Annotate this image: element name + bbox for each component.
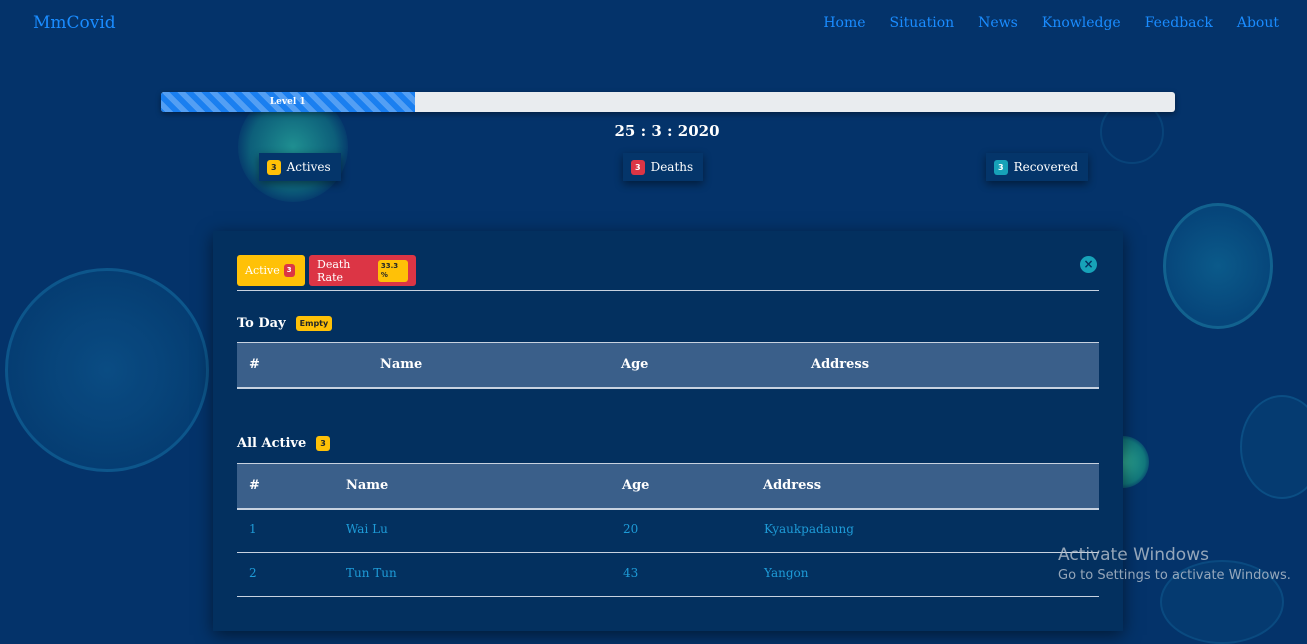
watermark-title: Activate Windows <box>1058 545 1209 565</box>
close-icon[interactable]: × <box>1080 256 1097 273</box>
nav-news[interactable]: News <box>978 15 1018 31</box>
today-title: To Day <box>237 316 286 331</box>
stat-actives[interactable]: 3 Actives <box>259 153 341 181</box>
nav-about[interactable]: About <box>1237 15 1279 31</box>
virus-decoration <box>5 268 209 472</box>
today-status-badge: Empty <box>295 316 333 331</box>
row-number: 2 <box>249 566 257 580</box>
actives-count-badge: 3 <box>267 159 281 175</box>
level-progress-bar: Level 1 <box>161 92 415 112</box>
deaths-label: Deaths <box>650 160 694 174</box>
divider <box>237 290 1099 291</box>
row-address: Kyaukpadaung <box>764 522 854 536</box>
col-number: # <box>249 357 260 372</box>
deaths-count-badge: 3 <box>631 159 645 175</box>
row-age: 20 <box>623 522 639 536</box>
all-active-table-header: # Name Age Address <box>237 463 1099 510</box>
all-active-section-title: All Active 3 <box>237 436 330 451</box>
recovered-label: Recovered <box>1013 160 1079 174</box>
active-button-label: Active <box>245 264 280 277</box>
navbar: MmCovid Home Situation News Knowledge Fe… <box>0 0 1307 46</box>
col-age: Age <box>621 357 649 372</box>
row-name[interactable]: Tun Tun <box>346 566 397 580</box>
active-cases-card: Active 3 Death Rate 33.3 % × To Day Empt… <box>213 231 1123 631</box>
col-number: # <box>249 478 260 493</box>
date-display: 25 : 3 : 2020 <box>614 122 720 140</box>
recovered-count-badge: 3 <box>994 159 1008 175</box>
table-row[interactable]: 2 Tun Tun 43 Yangon <box>237 552 1099 597</box>
stat-deaths[interactable]: 3 Deaths <box>623 153 704 181</box>
actives-label: Actives <box>286 160 331 174</box>
brand-logo[interactable]: MmCovid <box>33 13 116 33</box>
col-address: Address <box>763 478 822 493</box>
active-count-badge: 3 <box>283 264 295 277</box>
virus-decoration <box>1163 203 1273 329</box>
death-rate-label: Death Rate <box>317 257 351 284</box>
row-age: 43 <box>623 566 639 580</box>
active-button[interactable]: Active 3 <box>237 255 305 286</box>
level-progress: Level 1 <box>161 92 1175 112</box>
nav-links: Home Situation News Knowledge Feedback A… <box>823 15 1279 31</box>
activate-windows-watermark: Activate Windows Go to Settings to activ… <box>1058 545 1291 583</box>
col-name: Name <box>380 357 423 372</box>
col-age: Age <box>622 478 650 493</box>
col-address: Address <box>811 357 870 372</box>
all-active-count-badge: 3 <box>316 436 330 451</box>
watermark-subtitle: Go to Settings to activate Windows. <box>1058 568 1291 583</box>
table-row[interactable]: 1 Wai Lu 20 Kyaukpadaung <box>237 508 1099 553</box>
nav-knowledge[interactable]: Knowledge <box>1042 15 1121 31</box>
stat-recovered[interactable]: 3 Recovered <box>986 153 1089 181</box>
death-rate-badge: 33.3 % <box>377 259 408 282</box>
row-address: Yangon <box>764 566 809 580</box>
death-rate-button[interactable]: Death Rate 33.3 % <box>309 255 416 286</box>
row-number: 1 <box>249 522 257 536</box>
all-active-title: All Active <box>237 436 307 451</box>
nav-home[interactable]: Home <box>823 15 865 31</box>
today-table-header: # Name Age Address <box>237 342 1099 389</box>
col-name: Name <box>346 478 389 493</box>
nav-feedback[interactable]: Feedback <box>1145 15 1213 31</box>
virus-decoration <box>1240 395 1307 499</box>
today-section-title: To Day Empty <box>237 316 333 331</box>
nav-situation[interactable]: Situation <box>890 15 955 31</box>
row-name[interactable]: Wai Lu <box>346 522 388 536</box>
